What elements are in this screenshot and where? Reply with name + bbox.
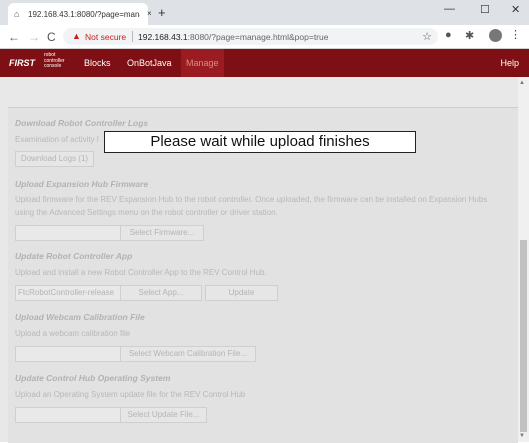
- address-bar[interactable]: ▲ Not secure 192.168.43.1:8080/?page=man…: [63, 28, 438, 45]
- back-button[interactable]: ←: [8, 30, 20, 44]
- forward-button[interactable]: →: [28, 30, 40, 44]
- upload-wait-dialog: Please wait while upload finishes: [104, 131, 416, 153]
- address-separator: [132, 31, 133, 42]
- tab-title: 192.168.43.1:8080/?page=mana...: [28, 10, 140, 19]
- nav-help[interactable]: Help: [500, 58, 519, 68]
- url-path: :8080/?page=manage.html&pop=true: [187, 32, 329, 42]
- browser-tab-bar: ⌂ 192.168.43.1:8080/?page=mana... × + — …: [0, 0, 529, 25]
- section-desc-firmware: Upload firmware for the REV Expansion Hu…: [15, 195, 488, 217]
- section-desc-os: Upload an Operating System update file f…: [15, 390, 246, 399]
- section-title-logs: Download Robot Controller Logs: [15, 118, 149, 128]
- nav-onbotjava[interactable]: OnBotJava: [127, 58, 172, 68]
- minimize-button[interactable]: —: [444, 3, 455, 15]
- warning-icon: ▲: [72, 31, 81, 41]
- nav-manage[interactable]: Manage: [181, 49, 224, 77]
- maximize-button[interactable]: ☐: [480, 3, 490, 16]
- os-file-field[interactable]: [15, 407, 121, 423]
- logo-subtitle-line: console: [44, 63, 62, 69]
- browser-tab[interactable]: ⌂ 192.168.43.1:8080/?page=mana...: [8, 3, 148, 25]
- section-title-firmware: Upload Expansion Hub Firmware: [15, 179, 149, 189]
- firmware-file-field[interactable]: [15, 225, 121, 241]
- app-header: FIRST robot controller console Blocks On…: [0, 49, 529, 77]
- browser-menu-icon[interactable]: ⋮: [510, 28, 521, 41]
- scroll-down-icon[interactable]: ▼: [519, 433, 525, 439]
- select-app-button[interactable]: Select App...: [120, 285, 202, 301]
- app-file-field[interactable]: FtcRobotController-release: [15, 285, 121, 301]
- logo-subtitle: robot controller console: [44, 52, 65, 70]
- bookmark-star-icon[interactable]: ☆: [422, 30, 432, 43]
- extension-settings-icon[interactable]: ✱: [465, 29, 474, 42]
- close-window-button[interactable]: ✕: [511, 3, 520, 16]
- section-desc-webcam: Upload a webcam calibration file: [15, 329, 131, 338]
- tab-close-icon[interactable]: ×: [147, 9, 152, 18]
- download-logs-button[interactable]: Download Logs (1): [15, 151, 94, 167]
- update-button[interactable]: Update: [205, 285, 278, 301]
- select-webcam-file-button[interactable]: Select Webcam Calibration File...: [120, 346, 256, 362]
- url-host: 192.168.43.1: [138, 32, 188, 42]
- extension-icon[interactable]: ●: [445, 29, 452, 41]
- select-firmware-button[interactable]: Select Firmware...: [120, 225, 204, 241]
- select-update-file-button[interactable]: Select Update File...: [120, 407, 207, 423]
- section-title-app-update: Update Robot Controller App: [15, 251, 133, 261]
- security-label[interactable]: Not secure: [85, 32, 126, 42]
- nav-blocks[interactable]: Blocks: [84, 58, 111, 68]
- profile-avatar[interactable]: [489, 29, 502, 42]
- section-title-os: Update Control Hub Operating System: [15, 373, 171, 383]
- first-logo: FIRST: [9, 58, 35, 68]
- section-title-webcam: Upload Webcam Calibration File: [15, 312, 145, 322]
- scrollbar-thumb[interactable]: [520, 240, 527, 432]
- url-text[interactable]: 192.168.43.1:8080/?page=manage.html&pop=…: [138, 32, 328, 42]
- reload-button[interactable]: C: [47, 30, 56, 44]
- site-favicon-icon: ⌂: [14, 9, 20, 19]
- webcam-file-field[interactable]: [15, 346, 121, 362]
- new-tab-button[interactable]: +: [158, 5, 166, 20]
- scroll-up-icon[interactable]: ▲: [519, 80, 525, 86]
- section-desc-app-update: Upload and install a new Robot Controlle…: [15, 268, 267, 277]
